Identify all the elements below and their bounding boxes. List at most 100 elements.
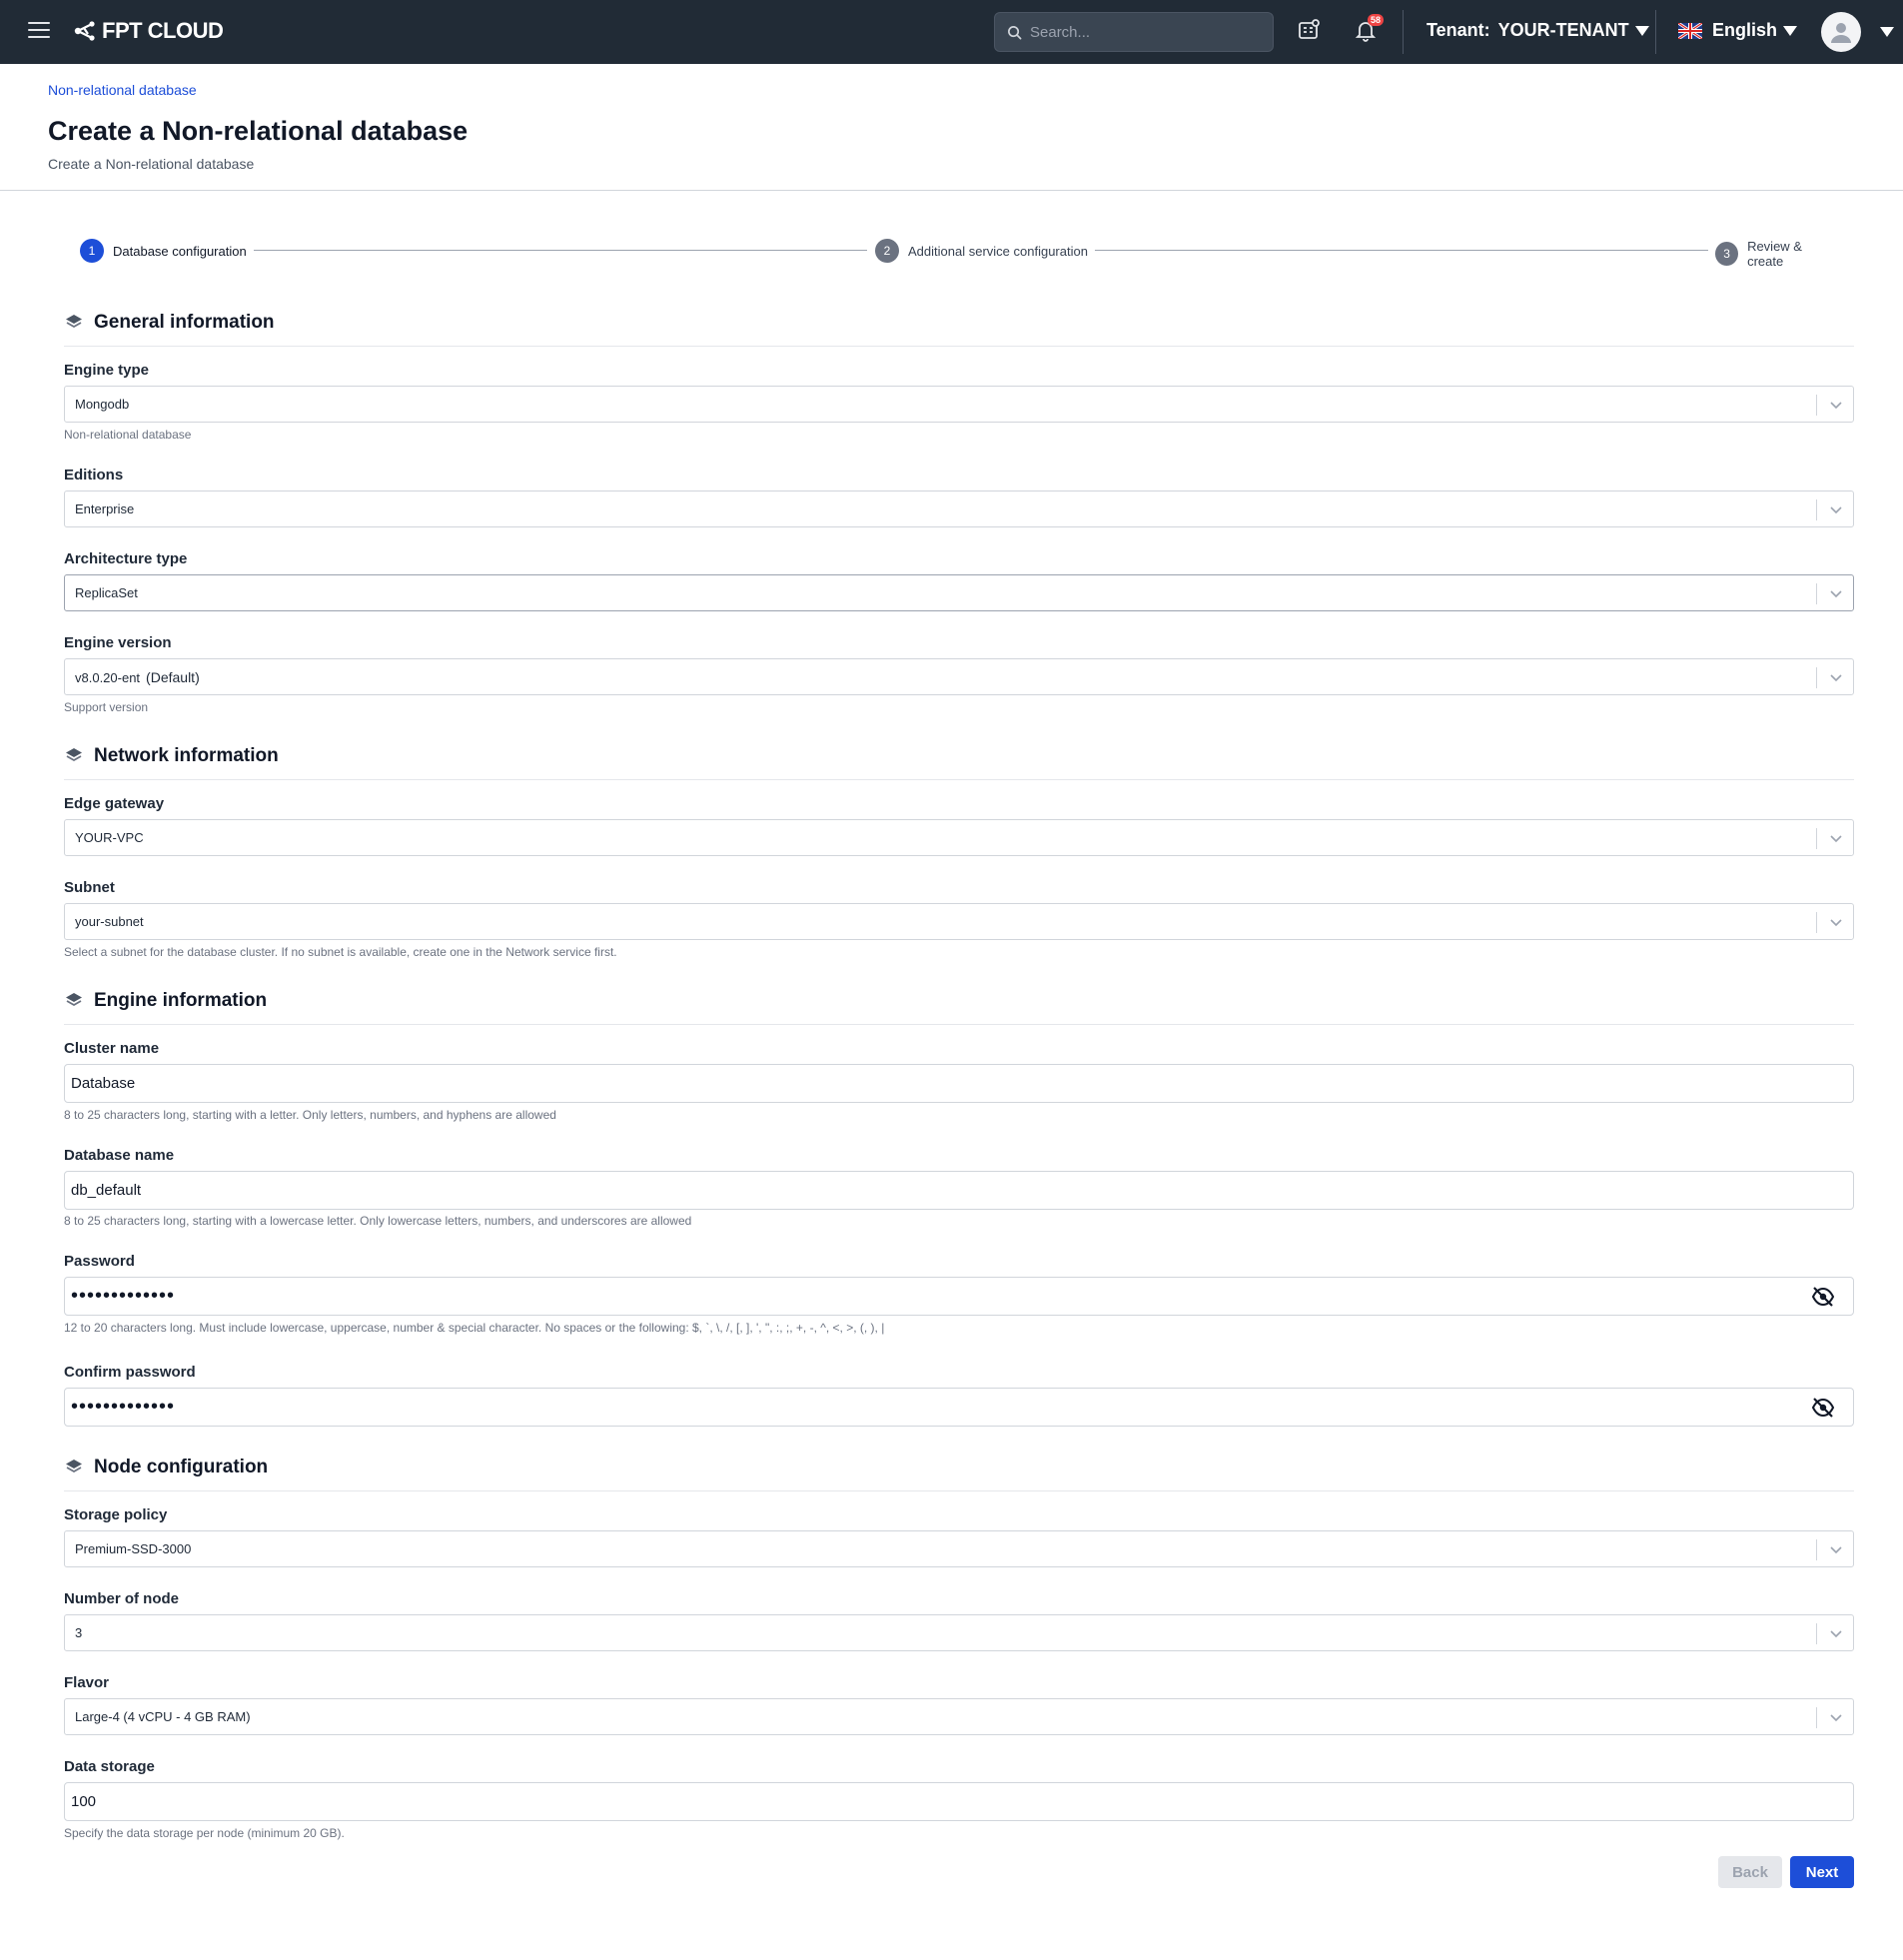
eye-off-icon[interactable]	[1811, 1287, 1835, 1307]
search-input[interactable]	[1030, 23, 1260, 41]
breadcrumb-link[interactable]: Non-relational database	[48, 82, 197, 98]
tenant-label: Tenant:	[1427, 20, 1490, 40]
confirm-password-input[interactable]	[71, 1389, 1789, 1426]
select-separator	[1816, 1707, 1817, 1728]
engine-version-value-wrap: v8.0.20-ent (Default)	[75, 669, 200, 685]
page-title: Create a Non-relational database	[48, 116, 469, 146]
section-divider	[64, 346, 1854, 347]
flavor-value: Large-4 (4 vCPU - 4 GB RAM)	[75, 1709, 251, 1724]
editions-value: Enterprise	[75, 501, 135, 516]
flavor-select[interactable]: Large-4 (4 vCPU - 4 GB RAM)	[64, 1698, 1854, 1735]
layers-icon	[66, 1460, 82, 1473]
section-title: Engine information	[94, 990, 268, 1011]
node-count-select[interactable]: 3	[64, 1614, 1854, 1651]
database-name-field[interactable]	[64, 1171, 1854, 1210]
tenant-selector[interactable]: Tenant: YOUR-TENANT	[1427, 20, 1649, 41]
step-number: 1	[80, 239, 104, 263]
chevron-down-icon	[1830, 590, 1842, 598]
section-divider	[64, 1490, 1854, 1491]
data-storage-input[interactable]	[71, 1783, 1789, 1820]
select-separator	[1816, 667, 1817, 688]
storage-policy-select[interactable]: Premium-SSD-3000	[64, 1530, 1854, 1567]
architecture-type-label: Architecture type	[64, 550, 188, 567]
flavor-label: Flavor	[64, 1674, 110, 1691]
password-field[interactable]	[64, 1277, 1854, 1316]
stepper-connector	[254, 250, 867, 251]
database-name-input[interactable]	[71, 1172, 1789, 1209]
select-separator	[1816, 1623, 1817, 1644]
header-divider	[0, 190, 1903, 191]
step-database-configuration[interactable]: 1 Database configuration	[80, 239, 247, 263]
topbar-divider	[1655, 10, 1656, 54]
task-list-icon[interactable]	[1297, 18, 1325, 46]
edge-gateway-value: YOUR-VPC	[75, 830, 144, 845]
back-button[interactable]: Back	[1718, 1856, 1782, 1888]
uk-flag-icon	[1678, 22, 1702, 39]
caret-down-icon	[1634, 25, 1649, 36]
step-label: Additional service configuration	[908, 243, 1088, 259]
password-helper: 12 to 20 characters long. Must include l…	[64, 1321, 885, 1335]
user-menu-caret-icon[interactable]	[1880, 27, 1894, 37]
confirm-password-field[interactable]	[64, 1388, 1854, 1427]
database-name-label: Database name	[64, 1147, 175, 1164]
eye-off-icon[interactable]	[1811, 1398, 1835, 1418]
step-additional-service-configuration[interactable]: 2 Additional service configuration	[875, 239, 1088, 263]
next-button[interactable]: Next	[1790, 1856, 1854, 1888]
engine-version-helper: Support version	[64, 700, 149, 714]
chevron-down-icon	[1830, 402, 1842, 410]
tenant-value: YOUR-TENANT	[1497, 20, 1629, 40]
node-count-label: Number of node	[64, 1590, 179, 1607]
section-node-configuration: Node configuration	[64, 1457, 268, 1478]
select-separator	[1816, 1539, 1817, 1560]
subnet-value: your-subnet	[75, 914, 144, 929]
subnet-label: Subnet	[64, 879, 115, 896]
step-number: 3	[1715, 242, 1739, 266]
layers-icon	[66, 993, 82, 1007]
section-engine-information: Engine information	[64, 990, 267, 1012]
step-label: Database configuration	[113, 243, 247, 259]
password-input[interactable]	[71, 1278, 1789, 1315]
section-title: Network information	[94, 745, 279, 766]
password-label: Password	[64, 1253, 135, 1270]
language-selector[interactable]: English	[1678, 20, 1798, 41]
select-separator	[1816, 828, 1817, 849]
section-title: General information	[94, 312, 275, 333]
cluster-name-input[interactable]	[71, 1065, 1789, 1102]
confirm-password-label: Confirm password	[64, 1364, 196, 1381]
data-storage-helper: Specify the data storage per node (minim…	[64, 1826, 345, 1840]
edge-gateway-select[interactable]: YOUR-VPC	[64, 819, 1854, 856]
chevron-down-icon	[1830, 674, 1842, 682]
layers-icon	[66, 748, 82, 762]
search-box[interactable]	[994, 12, 1274, 52]
chevron-down-icon	[1830, 1630, 1842, 1638]
subnet-helper: Select a subnet for the database cluster…	[64, 945, 617, 959]
notification-bell-icon[interactable]: 58	[1354, 14, 1385, 46]
data-storage-label: Data storage	[64, 1758, 155, 1775]
node-count-value: 3	[75, 1625, 83, 1640]
brand-name: FPT CLOUD	[102, 18, 224, 43]
chevron-down-icon	[1830, 506, 1842, 514]
chevron-down-icon	[1830, 1714, 1842, 1722]
brand-logo[interactable]: FPT CLOUD	[72, 18, 224, 44]
section-title: Node configuration	[94, 1457, 269, 1477]
chevron-down-icon	[1830, 1546, 1842, 1554]
engine-type-select[interactable]: Mongodb	[64, 386, 1854, 423]
user-avatar[interactable]	[1821, 12, 1861, 52]
section-divider	[64, 1024, 1854, 1025]
engine-version-select[interactable]: v8.0.20-ent (Default)	[64, 658, 1854, 695]
subnet-select[interactable]: your-subnet	[64, 903, 1854, 940]
cluster-name-helper: 8 to 25 characters long, starting with a…	[64, 1108, 556, 1122]
section-general-information: General information	[64, 312, 275, 334]
section-divider	[64, 779, 1854, 780]
cluster-name-label: Cluster name	[64, 1040, 160, 1057]
architecture-type-select[interactable]: ReplicaSet	[64, 574, 1854, 611]
editions-select[interactable]: Enterprise	[64, 490, 1854, 527]
language-label: English	[1712, 20, 1778, 40]
hamburger-menu-icon[interactable]	[28, 22, 50, 40]
top-navigation-bar: FPT CLOUD 58 Tenant: YOUR-TENANT	[0, 0, 1903, 64]
page-subtitle: Create a Non-relational database	[48, 156, 255, 172]
data-storage-field[interactable]	[64, 1782, 1854, 1821]
step-review-create[interactable]: 3 Review & create	[1715, 239, 1838, 269]
topbar-divider	[1403, 10, 1404, 54]
cluster-name-field[interactable]	[64, 1064, 1854, 1103]
